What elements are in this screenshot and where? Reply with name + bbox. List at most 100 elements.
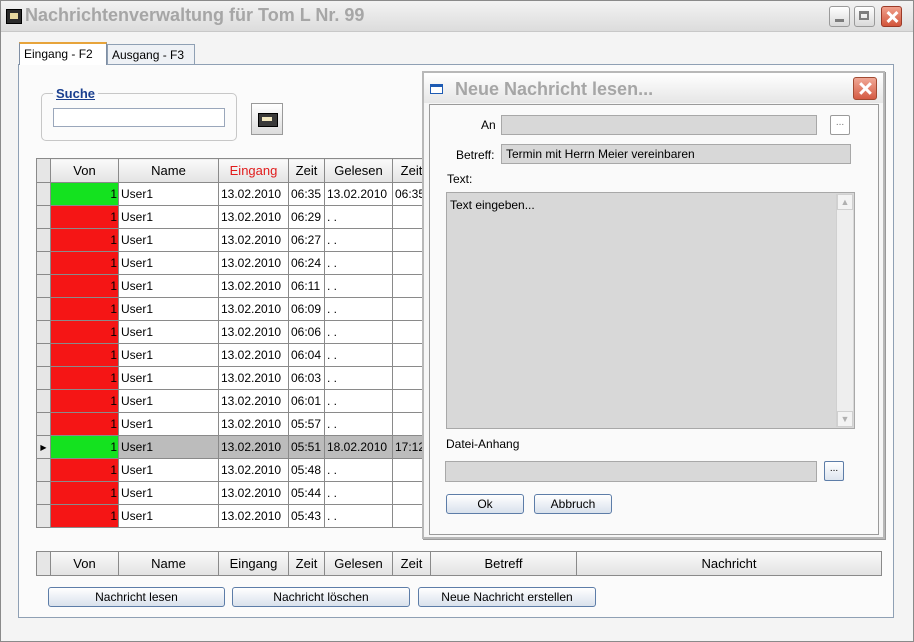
eingang-cell: 13.02.2010 <box>218 366 289 390</box>
footer-nachricht: Nachricht <box>701 556 757 571</box>
footer-zeit-gelesen: Zeit <box>393 552 431 575</box>
betreff-field[interactable]: Termin mit Herrn Meier vereinbaren <box>501 144 851 164</box>
search-button[interactable] <box>251 103 283 135</box>
name-cell: User1 <box>118 228 219 252</box>
zeit-cell: 06:01 <box>288 389 325 413</box>
message-text: Text eingeben... <box>450 198 535 212</box>
table-row[interactable]: 1 User1 13.02.2010 05:43. . <box>36 504 431 528</box>
dialog-title-bar[interactable]: Neue Nachricht lesen... <box>424 73 883 103</box>
row-indicator <box>36 297 51 321</box>
row-indicator <box>36 274 51 298</box>
table-row[interactable]: 1 User1 13.02.2010 06:04. . <box>36 343 431 367</box>
header-zeit[interactable]: Zeit <box>288 158 325 183</box>
title-bar[interactable]: Nachrichtenverwaltung für Tom L Nr. 99 <box>1 1 913 32</box>
name-cell: User1 <box>118 182 219 206</box>
row-indicator <box>36 412 51 436</box>
footer-gelesen: Gelesen <box>325 552 393 575</box>
table-row[interactable]: 1 User1 13.02.2010 05:48. . <box>36 458 431 482</box>
tab-ausgang[interactable]: Ausgang - F3 <box>107 44 195 64</box>
row-indicator <box>36 366 51 390</box>
gelesen-cell: . . <box>324 320 393 344</box>
eingang-cell: 13.02.2010 <box>218 205 289 229</box>
footer-name: Name <box>119 552 219 575</box>
eingang-cell: 13.02.2010 <box>218 435 289 459</box>
header-von[interactable]: Von <box>50 158 119 183</box>
tab-eingang[interactable]: Eingang - F2 <box>19 42 107 65</box>
von-cell: 1 <box>50 504 119 528</box>
name-cell: User1 <box>118 251 219 275</box>
create-message-button[interactable]: Neue Nachricht erstellen <box>418 587 596 607</box>
name-cell: User1 <box>118 389 219 413</box>
header-eingang[interactable]: Eingang <box>218 158 289 183</box>
von-cell: 1 <box>50 389 119 413</box>
row-indicator <box>36 343 51 367</box>
message-textarea[interactable]: Text eingeben... ▲ ▼ <box>446 192 855 429</box>
read-message-button[interactable]: Nachricht lesen <box>48 587 225 607</box>
gelesen-cell: . . <box>324 412 393 436</box>
eingang-cell: 13.02.2010 <box>218 458 289 482</box>
textarea-scrollbar[interactable]: ▲ ▼ <box>836 194 853 427</box>
zeit-cell: 05:44 <box>288 481 325 505</box>
row-indicator <box>36 182 51 206</box>
name-cell: User1 <box>118 297 219 321</box>
attachment-browse-button[interactable]: ... <box>824 461 844 481</box>
scroll-down-arrow-icon[interactable]: ▼ <box>837 411 853 427</box>
ok-button[interactable]: Ok <box>446 494 524 514</box>
zeit-cell: 06:27 <box>288 228 325 252</box>
name-cell: User1 <box>118 458 219 482</box>
minimize-button[interactable] <box>829 6 850 27</box>
search-input[interactable] <box>53 108 225 127</box>
header-name[interactable]: Name <box>118 158 219 183</box>
footer-von: Von <box>51 552 119 575</box>
dialog-close-button[interactable] <box>853 77 877 100</box>
scroll-up-arrow-icon[interactable]: ▲ <box>837 194 853 210</box>
name-cell: User1 <box>118 320 219 344</box>
table-row[interactable]: 1 User1 13.02.2010 06:29. . <box>36 205 431 229</box>
name-cell: User1 <box>118 274 219 298</box>
footer-eingang: Eingang <box>219 552 289 575</box>
close-button[interactable] <box>881 6 902 27</box>
eingang-cell: 13.02.2010 <box>218 251 289 275</box>
an-field[interactable] <box>501 115 817 135</box>
gelesen-cell: . . <box>324 481 393 505</box>
grid-footer: Von Name Eingang Zeit Gelesen Zeit Betre… <box>36 551 882 576</box>
table-row[interactable]: 1 User1 13.02.2010 06:09. . <box>36 297 431 321</box>
attachment-field[interactable] <box>445 461 817 482</box>
zeit-cell: 05:51 <box>288 435 325 459</box>
name-cell: User1 <box>118 366 219 390</box>
von-cell: 1 <box>50 435 119 459</box>
an-browse-button[interactable]: ... <box>830 115 850 135</box>
row-indicator <box>36 228 51 252</box>
table-row[interactable]: 1 User1 13.02.2010 06:06. . <box>36 320 431 344</box>
table-row[interactable]: 1 User1 13.02.2010 05:57. . <box>36 412 431 436</box>
table-row[interactable]: 1 User1 13.02.2010 06:27. . <box>36 228 431 252</box>
table-row[interactable]: 1 User1 13.02.2010 06:03. . <box>36 366 431 390</box>
row-indicator <box>36 389 51 413</box>
gelesen-cell: . . <box>324 297 393 321</box>
table-row[interactable]: 1 User1 13.02.2010 06:24. . <box>36 251 431 275</box>
name-cell: User1 <box>118 504 219 528</box>
gelesen-cell: . . <box>324 366 393 390</box>
table-row[interactable]: 1 User1 13.02.2010 05:44. . <box>36 481 431 505</box>
window-title: Nachrichtenverwaltung für Tom L Nr. 99 <box>25 5 365 25</box>
header-gelesen[interactable]: Gelesen <box>324 158 393 183</box>
delete-message-button[interactable]: Nachricht löschen <box>232 587 410 607</box>
eingang-cell: 13.02.2010 <box>218 228 289 252</box>
table-row[interactable]: 1 User1 13.02.2010 06:01. . <box>36 389 431 413</box>
table-row[interactable]: ▶ 1 User1 13.02.2010 05:51 18.02.2010 17:12 <box>36 435 431 459</box>
table-row[interactable]: 1 User1 13.02.2010 06:35 13.02.2010 06:35 <box>36 182 431 206</box>
cancel-button[interactable]: Abbruch <box>534 494 612 514</box>
zeit-cell: 06:03 <box>288 366 325 390</box>
window-icon <box>430 84 443 94</box>
attachment-label: Datei-Anhang <box>446 437 520 451</box>
maximize-button[interactable] <box>854 6 875 27</box>
gelesen-cell: . . <box>324 205 393 229</box>
eingang-cell: 13.02.2010 <box>218 182 289 206</box>
zeit-cell: 06:11 <box>288 274 325 298</box>
gelesen-cell: . . <box>324 389 393 413</box>
name-cell: User1 <box>118 205 219 229</box>
dialog-body: An ... Betreff: Termin mit Herrn Meier v… <box>429 104 879 535</box>
von-cell: 1 <box>50 412 119 436</box>
table-row[interactable]: 1 User1 13.02.2010 06:11. . <box>36 274 431 298</box>
von-cell: 1 <box>50 320 119 344</box>
